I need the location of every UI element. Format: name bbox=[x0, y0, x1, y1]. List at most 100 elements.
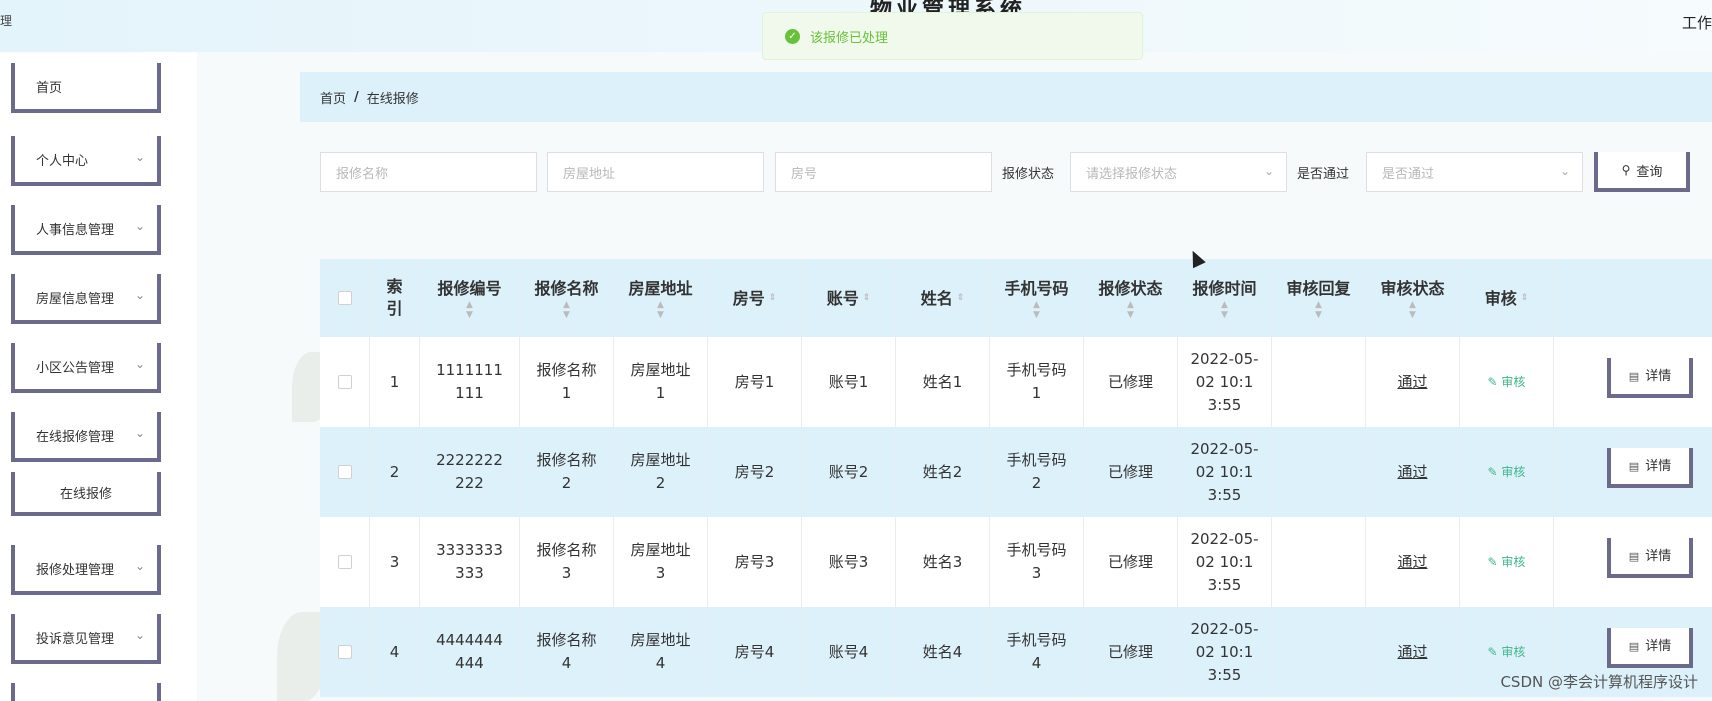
column-header-address[interactable]: 房屋地址 ▲ ▼ bbox=[614, 259, 708, 337]
query-button[interactable]: ⚲ 查询 bbox=[1594, 152, 1690, 192]
sort-icon[interactable]: ▲ ▼ bbox=[1033, 300, 1040, 320]
phone-cell: 手机号码4 bbox=[990, 607, 1084, 697]
detail-button[interactable]: ▤ 详情 bbox=[1607, 448, 1693, 488]
sort-icon[interactable]: ▲ ▼ bbox=[1127, 300, 1134, 320]
row-checkbox[interactable] bbox=[337, 375, 352, 389]
audit-link[interactable]: ✎ 审核 bbox=[1488, 641, 1526, 664]
audit-status-value[interactable]: 通过 bbox=[1385, 641, 1439, 664]
status-value: 已修理 bbox=[1107, 642, 1153, 661]
address-cell: 房屋地址3 bbox=[614, 517, 708, 607]
audit-cell: ✎ 审核 bbox=[1460, 337, 1554, 427]
sort-icon[interactable]: ⇕ bbox=[957, 287, 965, 310]
column-header-reply[interactable]: 审核回复 ▲ ▼ bbox=[1272, 259, 1366, 337]
sort-icon[interactable]: ▲ ▼ bbox=[563, 300, 570, 320]
phone-value: 手机号码3 bbox=[1006, 541, 1067, 582]
column-header-account[interactable]: 账号 ⇕ bbox=[802, 259, 896, 337]
breadcrumb-separator: / bbox=[354, 89, 359, 105]
status-cell: 已修理 bbox=[1084, 427, 1178, 517]
header-label: 报修编号 bbox=[437, 278, 502, 298]
header-label: 姓名 bbox=[920, 288, 953, 308]
sidebar-subitem-online-repair[interactable]: 在线报修 bbox=[11, 472, 161, 516]
column-header-time[interactable]: 报修时间 ▲ ▼ bbox=[1178, 259, 1272, 337]
time-value: 2022-05-02 10:13:55 bbox=[1190, 619, 1259, 684]
sidebar-item-repair-processing[interactable]: 报修处理管理 ⌄ bbox=[11, 545, 161, 595]
row-checkbox[interactable] bbox=[337, 555, 352, 569]
account-value: 账号3 bbox=[828, 552, 869, 571]
house-address-input[interactable]: 房屋地址 bbox=[547, 152, 764, 192]
audit-link[interactable]: ✎ 审核 bbox=[1488, 461, 1526, 484]
sort-icon[interactable]: ▲ ▼ bbox=[1221, 300, 1228, 320]
sort-icon[interactable]: ⇕ bbox=[1521, 287, 1529, 310]
chevron-down-icon: ⌄ bbox=[134, 219, 145, 233]
select-all-checkbox[interactable] bbox=[337, 291, 352, 305]
sidebar-item-personnel[interactable]: 人事信息管理 ⌄ bbox=[11, 205, 161, 255]
sort-icon[interactable]: ▲ ▼ bbox=[1315, 300, 1322, 320]
name-cell: 姓名4 bbox=[896, 607, 990, 697]
chevron-down-icon: ⌄ bbox=[134, 288, 145, 302]
table-row: 1 1111111111 报修名称1 房屋地址1 房号1 账号1 姓名1 手机号码1 已修理 20… bbox=[320, 337, 1712, 427]
index-value: 3 bbox=[389, 552, 400, 571]
room-value: 房号1 bbox=[734, 372, 775, 391]
address-value: 房屋地址4 bbox=[630, 631, 691, 672]
select-cell bbox=[320, 427, 370, 517]
reply-cell bbox=[1272, 427, 1366, 517]
repair-status-select[interactable]: 请选择报修状态 ⌄ bbox=[1070, 152, 1287, 192]
sort-icon[interactable]: ⇕ bbox=[769, 287, 777, 310]
passed-select[interactable]: 是否通过 ⌄ bbox=[1366, 152, 1583, 192]
repair-name-value: 报修名称1 bbox=[536, 361, 597, 402]
name-value: 姓名4 bbox=[922, 642, 963, 661]
row-checkbox[interactable] bbox=[337, 465, 352, 479]
audit-status-cell: 通过 bbox=[1366, 337, 1460, 427]
sidebar-item-label: 个人中心 bbox=[36, 153, 89, 169]
sidebar-item-complaints[interactable]: 投诉意见管理 ⌄ bbox=[11, 614, 161, 664]
sidebar-item-partial[interactable] bbox=[11, 683, 161, 701]
sort-icon[interactable]: ▲ ▼ bbox=[1409, 300, 1416, 320]
chevron-down-icon: ⌄ bbox=[134, 150, 145, 164]
sidebar-item-personal-center[interactable]: 个人中心 ⌄ bbox=[11, 136, 161, 186]
detail-button[interactable]: ▤ 详情 bbox=[1607, 628, 1693, 668]
room-number-input[interactable]: 房号 bbox=[775, 152, 992, 192]
room-value: 房号3 bbox=[734, 552, 775, 571]
detail-button[interactable]: ▤ 详情 bbox=[1607, 538, 1693, 578]
phone-value: 手机号码4 bbox=[1006, 631, 1067, 672]
sidebar-item-house-info[interactable]: 房屋信息管理 ⌄ bbox=[11, 274, 161, 324]
watermark: CSDN @李会计算机程序设计 bbox=[1500, 673, 1698, 691]
column-header-name[interactable]: 姓名 ⇕ bbox=[896, 259, 990, 337]
column-header-room[interactable]: 房号 ⇕ bbox=[708, 259, 802, 337]
audit-status-value[interactable]: 通过 bbox=[1385, 461, 1439, 484]
sidebar-item-home[interactable]: 首页 bbox=[11, 63, 161, 113]
name-value: 姓名2 bbox=[922, 462, 963, 481]
detail-button[interactable]: ▤ 详情 bbox=[1607, 358, 1693, 398]
select-cell bbox=[320, 607, 370, 697]
column-header-index[interactable]: 索引 bbox=[370, 259, 420, 337]
repair-status-placeholder: 请选择报修状态 bbox=[1086, 166, 1178, 182]
header-label: 审核状态 bbox=[1380, 278, 1445, 298]
name-value: 姓名1 bbox=[922, 372, 963, 391]
sort-icon[interactable]: ⇕ bbox=[863, 287, 871, 310]
sidebar-item-online-repair-mgmt[interactable]: 在线报修管理 ⌄ bbox=[11, 412, 161, 462]
room-cell: 房号1 bbox=[708, 337, 802, 427]
sidebar-item-announcements[interactable]: 小区公告管理 ⌄ bbox=[11, 343, 161, 393]
column-header-phone[interactable]: 手机号码 ▲ ▼ bbox=[990, 259, 1084, 337]
column-header-audit-status[interactable]: 审核状态 ▲ ▼ bbox=[1366, 259, 1460, 337]
audit-link[interactable]: ✎ 审核 bbox=[1488, 551, 1526, 574]
row-checkbox[interactable] bbox=[337, 645, 352, 659]
repair-name-input[interactable]: 报修名称 bbox=[320, 152, 537, 192]
room-cell: 房号3 bbox=[708, 517, 802, 607]
audit-status-value[interactable]: 通过 bbox=[1385, 551, 1439, 574]
sort-icon[interactable]: ▲ ▼ bbox=[657, 300, 664, 320]
breadcrumb-home[interactable]: 首页 bbox=[320, 88, 346, 107]
toast-message: 该报修已处理 bbox=[810, 30, 889, 46]
address-value: 房屋地址3 bbox=[630, 541, 691, 582]
status-cell: 已修理 bbox=[1084, 337, 1178, 427]
column-header-repair-no[interactable]: 报修编号 ▲ ▼ bbox=[420, 259, 520, 337]
document-icon: ▤ bbox=[1628, 549, 1640, 563]
column-header-repair-name[interactable]: 报修名称 ▲ ▼ bbox=[520, 259, 614, 337]
top-right-fragment: 工作 bbox=[1681, 14, 1712, 32]
sort-icon[interactable]: ▲ ▼ bbox=[466, 300, 473, 320]
audit-status-value[interactable]: 通过 bbox=[1385, 371, 1439, 394]
audit-status-cell: 通过 bbox=[1366, 427, 1460, 517]
column-header-status[interactable]: 报修状态 ▲ ▼ bbox=[1084, 259, 1178, 337]
column-header-audit[interactable]: 审核 ⇕ bbox=[1460, 259, 1554, 337]
audit-link[interactable]: ✎ 审核 bbox=[1488, 371, 1526, 394]
